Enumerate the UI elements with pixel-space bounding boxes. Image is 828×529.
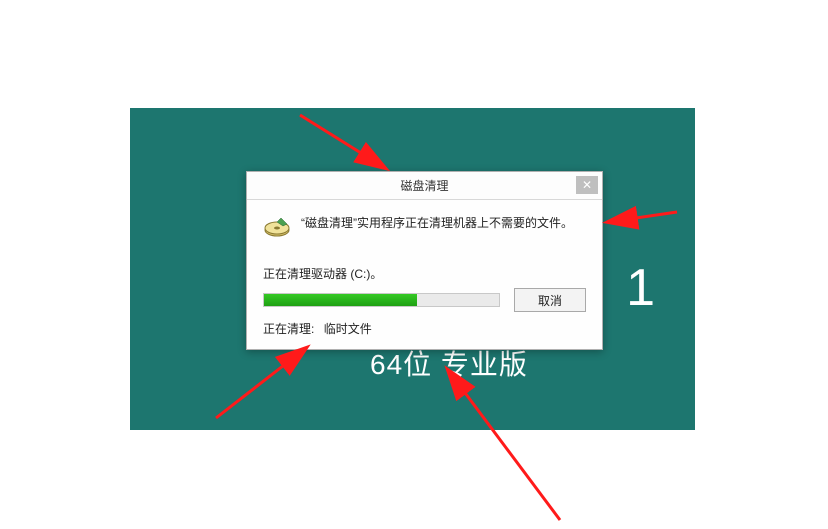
dialog-titlebar: 磁盘清理 ✕ [247,172,602,200]
close-button[interactable]: ✕ [576,176,598,194]
desktop-background: 1 64位 专业版 磁盘清理 ✕ “磁盘清理”实用程序正在清理机器上不需要的文件… [130,108,695,430]
progress-label: 正在清理驱动器 (C:)。 [263,265,586,282]
status-row: 正在清理: 临时文件 [263,320,586,337]
message-row: “磁盘清理”实用程序正在清理机器上不需要的文件。 [263,214,586,243]
progress-bar [263,293,500,307]
dialog-body: “磁盘清理”实用程序正在清理机器上不需要的文件。 正在清理驱动器 (C:)。 取… [247,200,602,349]
disk-cleanup-icon [263,216,291,243]
bg-version-number: 1 [626,258,655,318]
progress-fill [264,294,417,306]
dialog-title: 磁盘清理 [400,179,448,193]
cancel-button[interactable]: 取消 [514,288,586,312]
progress-row: 取消 [263,288,586,312]
status-value: 临时文件 [324,322,372,336]
disk-cleanup-dialog: 磁盘清理 ✕ “磁盘清理”实用程序正在清理机器上不需要的文件。 正在清理驱动器 … [246,171,603,350]
status-key: 正在清理: [263,322,314,336]
dialog-message: “磁盘清理”实用程序正在清理机器上不需要的文件。 [301,214,573,232]
